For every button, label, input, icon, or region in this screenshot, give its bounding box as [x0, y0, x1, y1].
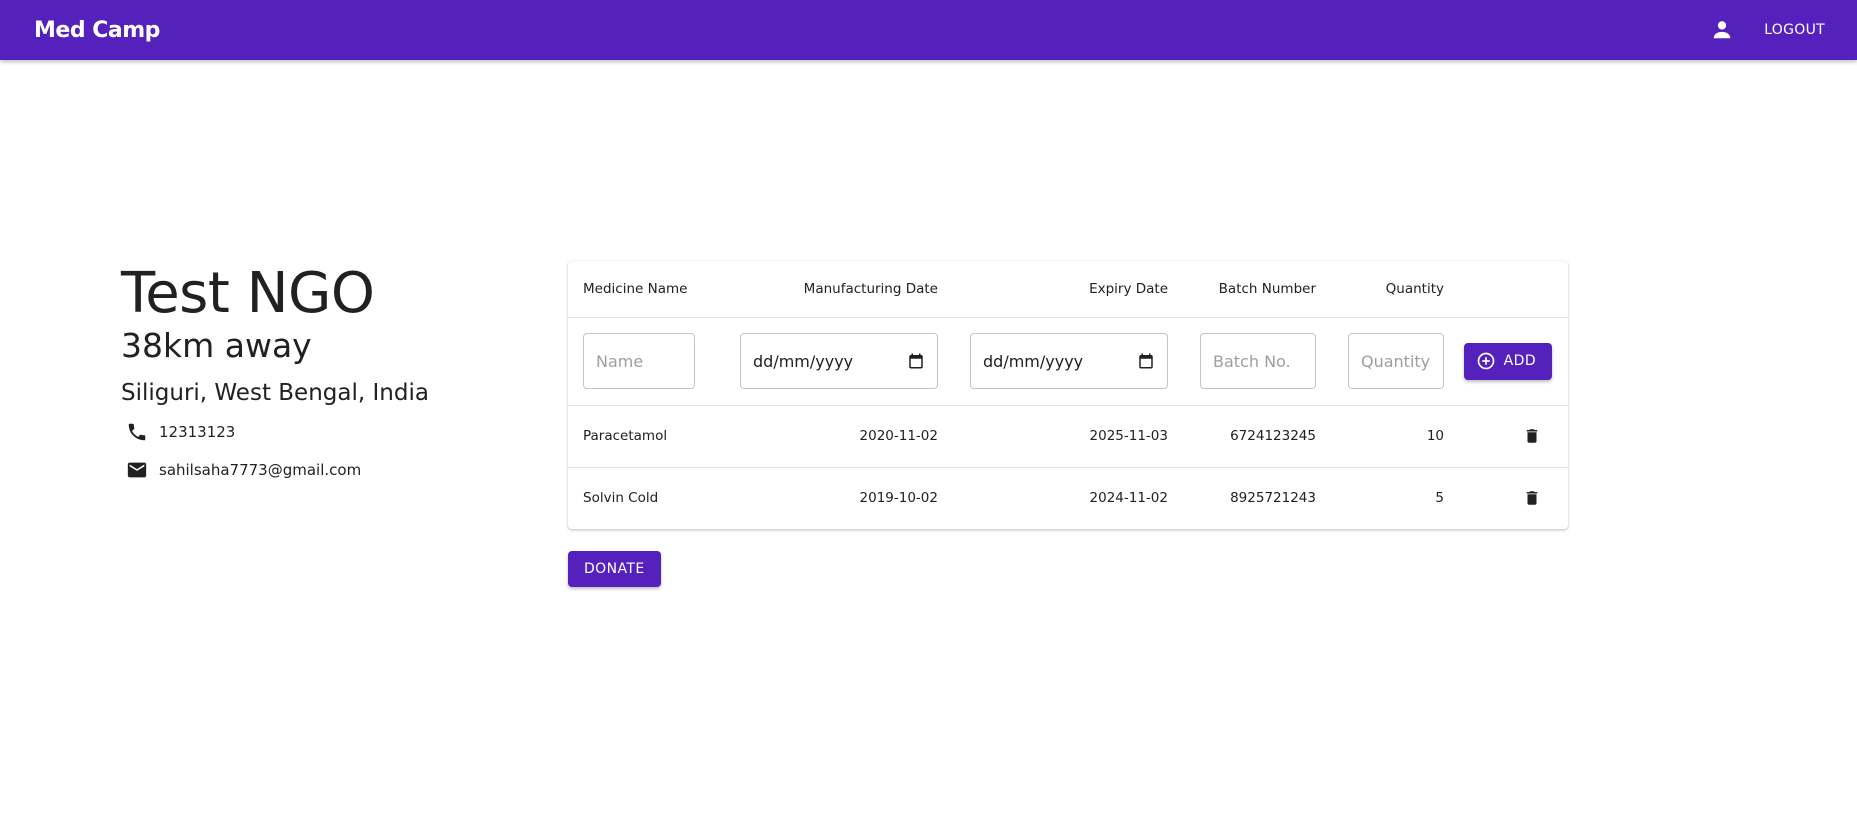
header-expiry-date: Expiry Date: [946, 261, 1176, 318]
calendar-icon[interactable]: [907, 352, 925, 370]
header-medicine-name: Medicine Name: [568, 261, 714, 318]
person-icon: [1713, 21, 1731, 39]
input-row: Name dd/mm/yyyy dd/mm/yyyy Batch No. Qua…: [568, 317, 1568, 406]
add-button[interactable]: ADD: [1463, 342, 1552, 380]
medicine-table: Medicine Name Manufacturing Date Expiry …: [568, 261, 1568, 529]
ngo-name: Test NGO: [121, 261, 375, 326]
account-button[interactable]: [1704, 12, 1740, 48]
medicine-name-placeholder: Name: [596, 351, 644, 371]
medicine-table-card: Medicine Name Manufacturing Date Expiry …: [568, 261, 1568, 529]
add-button-label: ADD: [1503, 353, 1536, 369]
donate-button[interactable]: DONATE: [568, 551, 661, 587]
delete-button[interactable]: [1516, 482, 1548, 514]
phone-row: 12313123: [121, 418, 521, 446]
manufacturing-date-input[interactable]: dd/mm/yyyy: [740, 333, 938, 389]
cell-medicine-name: Paracetamol: [568, 405, 714, 468]
cell-batch-number: 8925721243: [1230, 490, 1316, 507]
input-cell-action: ADD: [1452, 317, 1568, 406]
expiry-date-input[interactable]: dd/mm/yyyy: [970, 333, 1168, 389]
cell-quantity: 5: [1435, 490, 1444, 507]
ngo-location: Siliguri, West Bengal, India: [121, 380, 429, 406]
brand-title[interactable]: Med Camp: [34, 18, 160, 43]
input-cell-name: Name: [568, 317, 714, 406]
quantity-input[interactable]: Quantity: [1348, 333, 1444, 389]
cell-quantity: 10: [1324, 405, 1452, 468]
trash-icon: [1526, 491, 1538, 505]
input-cell-batch: Batch No.: [1176, 317, 1324, 406]
email-row: sahilsaha7773@gmail.com: [121, 456, 521, 484]
cell-action: [1452, 467, 1568, 529]
cell-action: [1452, 405, 1568, 468]
ngo-distance: 38km away: [121, 326, 312, 365]
input-cell-qty: Quantity: [1324, 317, 1452, 406]
mail-icon: [125, 458, 149, 482]
quantity-placeholder: Quantity: [1361, 351, 1431, 371]
cell-manufacturing-date: 2020-11-02: [714, 405, 946, 468]
trash-icon: [1526, 429, 1538, 443]
header-batch-number: Batch Number: [1176, 261, 1324, 318]
batch-number-placeholder: Batch No.: [1213, 351, 1291, 371]
header-quantity: Quantity: [1324, 261, 1452, 318]
logout-button[interactable]: LOGOUT: [1758, 14, 1831, 46]
header-actions: [1452, 261, 1568, 318]
batch-number-input[interactable]: Batch No.: [1200, 333, 1316, 389]
table-header-row: Medicine Name Manufacturing Date Expiry …: [568, 261, 1568, 318]
app-bar: Med Camp LOGOUT: [0, 0, 1857, 60]
email-address: sahilsaha7773@gmail.com: [159, 461, 362, 479]
table-row: Solvin Cold 2019-10-02 2024-11-02 892572…: [568, 467, 1568, 529]
add-circle-icon: [1476, 351, 1496, 371]
input-cell-exp: dd/mm/yyyy: [946, 317, 1176, 406]
header-manufacturing-date: Manufacturing Date: [714, 261, 946, 318]
phone-icon: [125, 420, 149, 444]
delete-button[interactable]: [1516, 420, 1548, 452]
table-row: Paracetamol 2020-11-02 2025-11-03 672412…: [568, 405, 1568, 468]
cell-medicine-name: Solvin Cold: [583, 490, 659, 507]
calendar-icon[interactable]: [1137, 352, 1155, 370]
ngo-info: Test NGO 38km away Siliguri, West Bengal…: [121, 262, 521, 484]
expiry-date-value: dd/mm/yyyy: [983, 351, 1084, 371]
manufacturing-date-value: dd/mm/yyyy: [753, 351, 854, 371]
phone-number: 12313123: [159, 423, 236, 441]
cell-batch-number: 6724123245: [1176, 405, 1324, 468]
cell-expiry-date: 2025-11-03: [946, 405, 1176, 468]
medicine-name-input[interactable]: Name: [583, 333, 695, 389]
cell-expiry-date: 2024-11-02: [1089, 490, 1168, 507]
cell-manufacturing-date: 2019-10-02: [859, 490, 938, 507]
input-cell-mfg: dd/mm/yyyy: [714, 317, 946, 406]
